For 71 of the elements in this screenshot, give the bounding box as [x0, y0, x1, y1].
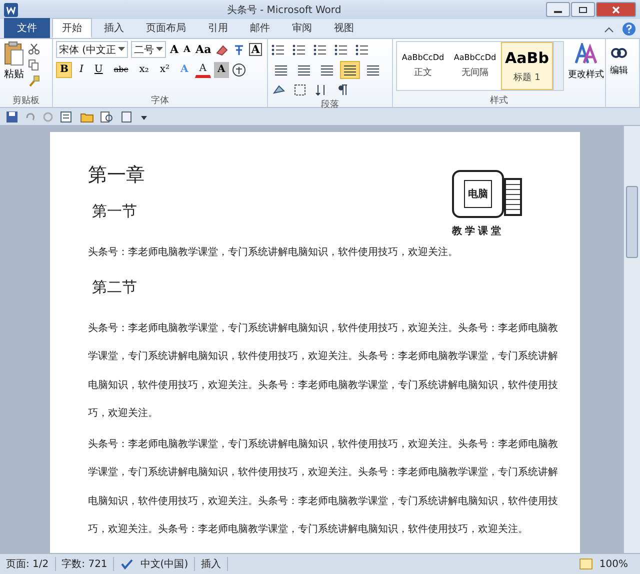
ribbon-tab[interactable]: 审阅: [282, 18, 322, 38]
maximize-icon: [578, 6, 588, 14]
word-count[interactable]: 字数: 721: [62, 557, 114, 571]
zoom-level[interactable]: 100%: [599, 558, 634, 570]
scissors-icon[interactable]: [28, 43, 40, 55]
window-title: 头条号 - Microsoft Word: [226, 4, 342, 16]
body-paragraph: 头条号：李老师电脑教学课堂，专门系统讲解电脑知识，软件使用技巧，欢迎关注。头条号：李老师电脑教学课堂，专门系统讲解电脑知识，软件使用技巧，欢迎关注。头条号：李老师电脑教学课堂，专门系统讲解电脑知识，软件使用技巧，欢迎关注。头条号：李老师电脑教学课堂，专门系统讲解电脑知识，软件使用技巧，欢迎关注。头条号：李老师电脑教学课堂，专门系统讲解电脑知识，软件使用技巧，欢迎关注。: [88, 438, 558, 537]
circled-char-icon[interactable]: [232, 62, 246, 76]
font-size-field[interactable]: 二号: [131, 41, 166, 58]
layout-icon[interactable]: [60, 110, 74, 122]
group-label: 剪贴板: [12, 96, 40, 106]
vertical-scrollbar[interactable]: [623, 126, 640, 553]
folder-icon[interactable]: [80, 110, 94, 122]
paste-button[interactable]: 粘贴: [3, 41, 25, 81]
word-logo-icon: [4, 2, 18, 16]
ribbon-tab[interactable]: 邮件: [240, 18, 280, 38]
group-label: 样式: [490, 96, 508, 106]
change-case-button[interactable]: Aa: [194, 43, 212, 56]
format-button[interactable]: x²: [156, 62, 174, 78]
change-styles-button[interactable]: 更改样式: [567, 41, 605, 94]
copy-icon[interactable]: [28, 59, 40, 71]
document-icon[interactable]: [120, 110, 134, 122]
close-button[interactable]: [596, 2, 636, 17]
computer-logo-drawing: 电脑 教学课堂: [448, 162, 528, 242]
save-icon[interactable]: [6, 110, 18, 122]
char-border-button[interactable]: A: [249, 43, 262, 56]
proofing-check-icon[interactable]: [120, 558, 134, 570]
minimize-button[interactable]: [546, 2, 570, 17]
editing-button[interactable]: 编辑: [609, 41, 629, 107]
ribbon-tab[interactable]: 引用: [198, 18, 238, 38]
align-icon[interactable]: [340, 60, 360, 78]
body-paragraph: 头条号：李老师电脑教学课堂，专门系统讲解电脑知识，软件使用技巧，欢迎关注。头条号：李老师电脑教学课堂，专门系统讲解电脑知识，软件使用技巧，欢迎关注。头条号：李老师电脑教学课堂，专门系统讲解电脑知识，软件使用技巧，欢迎关注。头条号：李老师电脑教学课堂，专门系统讲解电脑知识，软件使用技巧，欢迎关注。: [88, 322, 558, 421]
page-count[interactable]: 页面: 1/2: [6, 557, 56, 571]
ribbon-tab[interactable]: 开始: [52, 18, 92, 38]
ribbon-tab[interactable]: 文件: [4, 18, 50, 38]
brush-icon[interactable]: [28, 75, 40, 87]
insert-mode-indicator[interactable]: 插入: [201, 557, 228, 571]
font-name-field[interactable]: 宋体 (中文正: [56, 41, 128, 58]
format-button[interactable]: U: [90, 62, 107, 78]
heading-text: 第二节: [92, 278, 138, 296]
close-icon: [611, 6, 621, 14]
gallery-scrollbar[interactable]: [553, 42, 563, 90]
ribbon-tab[interactable]: 视图: [324, 18, 364, 38]
shrink-font-button[interactable]: A: [182, 44, 192, 54]
format-button[interactable]: abc: [110, 62, 132, 78]
format-button[interactable]: x₂: [135, 62, 153, 78]
heading-text: 第一节: [92, 202, 138, 221]
body-paragraph: 头条号：李老师电脑教学课堂，专门系统讲解电脑知识，软件使用技巧，欢迎关注。: [88, 246, 459, 260]
ribbon-tab[interactable]: 页面布局: [136, 18, 196, 38]
heading-text: 第一章: [88, 163, 146, 188]
format-button[interactable]: I: [75, 62, 88, 78]
clipboard-icon: [3, 41, 25, 67]
style-item[interactable]: AaBbCcDd 无间隔: [449, 42, 501, 90]
letters-icon: [574, 43, 598, 65]
maximize-button[interactable]: [571, 2, 595, 17]
group-label: 段落: [321, 100, 339, 110]
style-item[interactable]: AaBb 标题 1: [501, 42, 553, 90]
eraser-icon[interactable]: [215, 42, 230, 56]
format-button[interactable]: A: [214, 62, 230, 78]
style-item[interactable]: AaBbCcDd 正文: [397, 42, 449, 90]
dropdown-arrow-icon[interactable]: [118, 47, 125, 52]
format-button[interactable]: B: [56, 62, 72, 78]
format-button[interactable]: A: [195, 62, 211, 78]
dropdown-arrow-icon[interactable]: [156, 47, 163, 52]
language-indicator[interactable]: 中文(中国): [140, 557, 196, 571]
caret-icon[interactable]: [604, 26, 614, 34]
help-icon[interactable]: [622, 22, 636, 36]
ribbon-tab[interactable]: 插入: [94, 18, 134, 38]
grow-font-button[interactable]: A: [169, 43, 180, 56]
group-label: 字体: [151, 96, 169, 106]
print-preview-icon[interactable]: [100, 110, 114, 122]
